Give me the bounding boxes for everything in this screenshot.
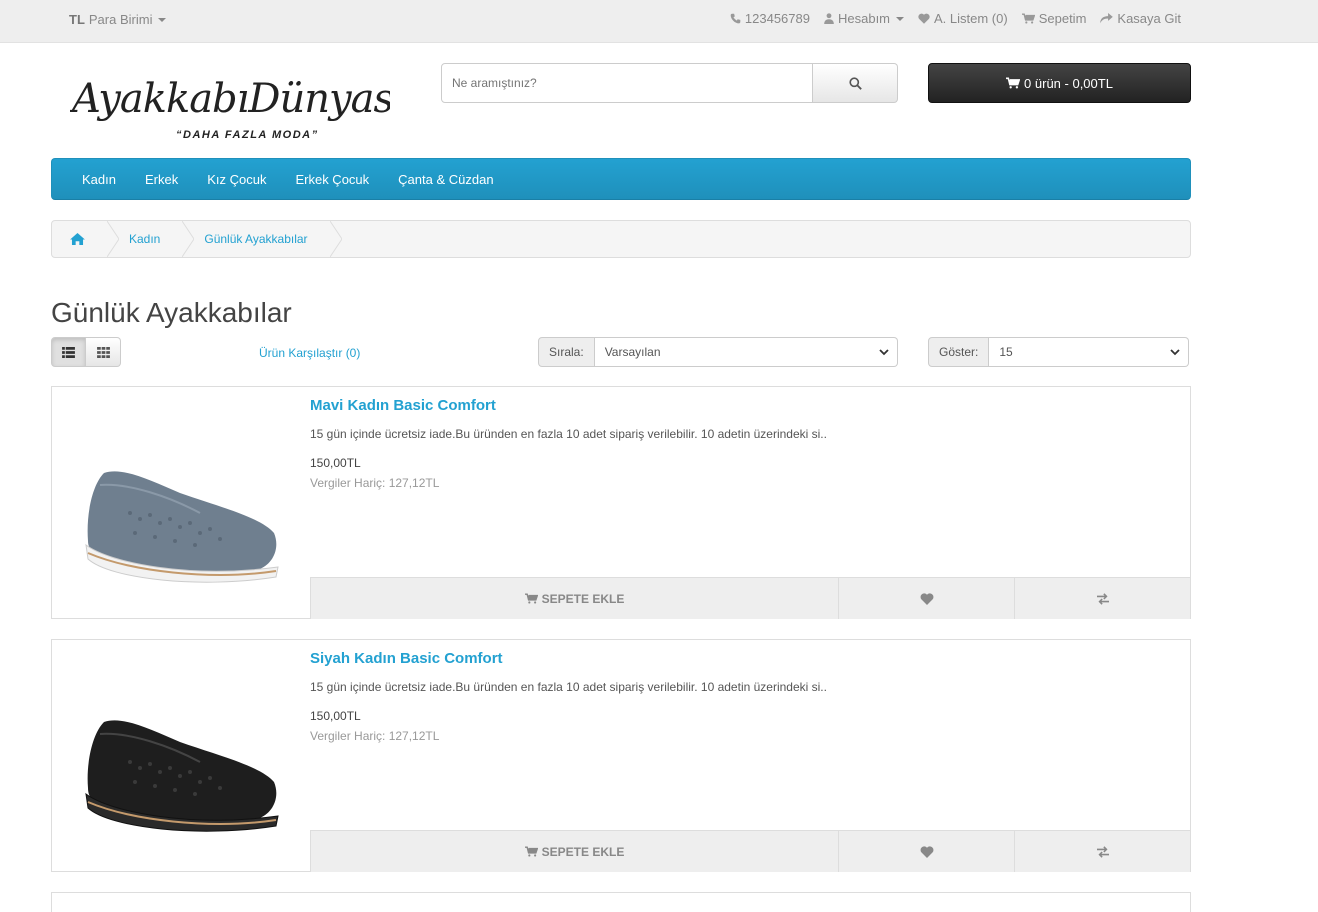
wishlist-label: A. Listem (0)	[934, 11, 1008, 26]
cart-link[interactable]: Sepetim	[1021, 11, 1087, 26]
menu-item-canta-cuzdan[interactable]: Çanta & Cüzdan	[398, 172, 493, 187]
share-icon	[1100, 13, 1114, 24]
shoe-image	[85, 720, 279, 832]
list-view-button[interactable]	[51, 337, 86, 367]
sort-value: Varsayılan	[604, 345, 661, 359]
exchange-icon	[1096, 592, 1109, 605]
cart-icon	[1021, 13, 1035, 24]
compare-button[interactable]	[1014, 578, 1190, 619]
add-to-cart-label: SEPETE EKLE	[541, 591, 625, 606]
product-actions: SEPETE EKLE	[310, 577, 1191, 619]
grid-view-button[interactable]	[86, 337, 121, 367]
limit-value: 15	[999, 345, 1013, 359]
phone-number: 123456789	[744, 11, 810, 26]
add-to-cart-button[interactable]: SEPETE EKLE	[310, 578, 838, 619]
breadcrumb-item-kadin[interactable]: Kadın	[107, 221, 195, 257]
search-button[interactable]	[813, 63, 898, 103]
product-description: 15 gün içinde ücretsiz iade.Bu üründen e…	[310, 427, 827, 441]
cart-summary-button[interactable]: 0 ürün - 0,00TL	[928, 63, 1191, 103]
sort-select[interactable]: Varsayılan	[594, 337, 898, 367]
breadcrumb: Kadın Günlük Ayakkabılar	[51, 220, 1191, 258]
currency-symbol: TL	[69, 12, 85, 27]
cart-icon	[524, 593, 538, 604]
chevron-down-icon	[879, 348, 889, 355]
add-to-wishlist-button[interactable]	[838, 578, 1014, 619]
breadcrumb-home[interactable]	[52, 221, 119, 257]
list-icon	[62, 346, 75, 358]
checkout-link[interactable]: Kasaya Git	[1100, 11, 1181, 26]
menu-item-erkek-cocuk[interactable]: Erkek Çocuk	[295, 172, 369, 187]
view-toggle	[51, 337, 121, 367]
heart-icon	[920, 592, 933, 605]
search-input[interactable]	[441, 63, 813, 103]
currency-label: Para Birimi	[88, 12, 153, 27]
add-to-cart-button[interactable]: SEPETE EKLE	[310, 831, 838, 872]
limit-label: Göster:	[928, 337, 990, 367]
chevron-down-icon	[1170, 348, 1180, 355]
product-card: Mavi Kadın Basic Comfort 15 gün içinde ü…	[51, 386, 1191, 619]
cart-icon	[524, 846, 538, 857]
product-description: 15 gün içinde ücretsiz iade.Bu üründen e…	[310, 680, 827, 694]
grid-icon	[96, 346, 110, 358]
product-image[interactable]	[70, 646, 298, 866]
logo-image: AyakkabıDünyası “DAHA FAZLA MODA”	[68, 76, 406, 141]
product-price: 150,00TL	[310, 456, 361, 470]
account-label: Hesabım	[837, 11, 891, 26]
wishlist-link[interactable]: A. Listem (0)	[918, 11, 1008, 26]
compare-button[interactable]	[1014, 831, 1190, 872]
phone-link[interactable]: 123456789	[730, 11, 810, 26]
product-title[interactable]: Siyah Kadın Basic Comfort	[310, 650, 503, 667]
product-tax: Vergiler Hariç: 127,12TL	[310, 476, 440, 490]
main-menu: Kadın Erkek Kız Çocuk Erkek Çocuk Çanta …	[51, 158, 1191, 200]
product-price: 150,00TL	[310, 709, 361, 723]
cart-icon	[1006, 77, 1021, 89]
checkout-label: Kasaya Git	[1117, 11, 1181, 26]
heart-icon	[918, 13, 930, 24]
svg-text:AyakkabıDünyası: AyakkabıDünyası	[70, 76, 390, 122]
home-icon	[70, 233, 85, 245]
search-bar	[441, 63, 898, 103]
user-icon	[824, 13, 834, 24]
page-title: Günlük Ayakkabılar	[51, 297, 292, 328]
product-compare-link[interactable]: Ürün Karşılaştır (0)	[259, 346, 360, 360]
site-logo[interactable]: AyakkabıDünyası “DAHA FAZLA MODA”	[68, 64, 406, 144]
svg-text:“DAHA FAZLA MODA”: “DAHA FAZLA MODA”	[176, 129, 319, 141]
breadcrumb-label: Kadın	[129, 232, 161, 246]
shoe-image	[85, 471, 279, 583]
menu-item-kiz-cocuk[interactable]: Kız Çocuk	[207, 172, 266, 187]
menu-item-erkek[interactable]: Erkek	[145, 172, 178, 187]
product-card	[51, 892, 1191, 912]
sort-label: Sırala:	[538, 337, 595, 367]
product-card: Siyah Kadın Basic Comfort 15 gün içinde …	[51, 639, 1191, 872]
sort-control: Sırala: Varsayılan	[538, 337, 898, 367]
cart-summary-text: 0 ürün - 0,00TL	[1024, 75, 1113, 91]
product-title[interactable]: Mavi Kadın Basic Comfort	[310, 397, 496, 414]
add-to-wishlist-button[interactable]	[838, 831, 1014, 872]
breadcrumb-item-gunluk[interactable]: Günlük Ayakkabılar	[182, 221, 342, 257]
menu-item-kadin[interactable]: Kadın	[82, 172, 116, 187]
heart-icon	[920, 845, 933, 858]
limit-control: Göster: 15	[928, 337, 1190, 367]
account-dropdown[interactable]: Hesabım	[824, 11, 905, 26]
phone-icon	[730, 13, 741, 24]
search-icon	[848, 76, 862, 90]
product-image[interactable]	[70, 393, 298, 613]
product-tax: Vergiler Hariç: 127,12TL	[310, 729, 440, 743]
exchange-icon	[1096, 845, 1109, 858]
top-links: 123456789 Hesabım A. Listem (0) Sepetim …	[730, 11, 1181, 26]
product-actions: SEPETE EKLE	[310, 830, 1191, 872]
caret-down-icon	[158, 17, 167, 22]
currency-dropdown[interactable]: TL Para Birimi	[69, 12, 167, 27]
breadcrumb-separator	[329, 221, 342, 257]
cart-label: Sepetim	[1038, 11, 1087, 26]
top-bar: TL Para Birimi 123456789 Hesabım A. List…	[0, 0, 1318, 43]
limit-select[interactable]: 15	[989, 337, 1190, 367]
breadcrumb-label: Günlük Ayakkabılar	[204, 232, 308, 246]
add-to-cart-label: SEPETE EKLE	[541, 844, 625, 859]
caret-down-icon	[896, 16, 905, 21]
